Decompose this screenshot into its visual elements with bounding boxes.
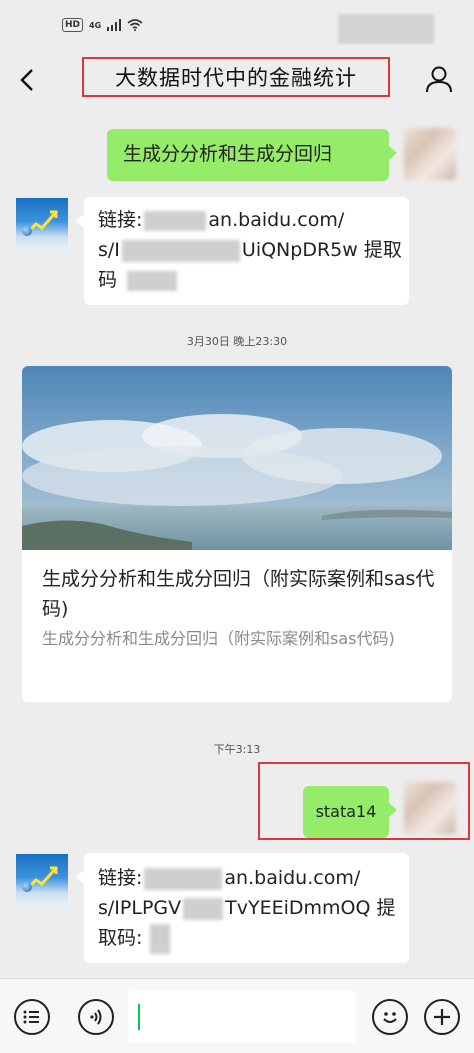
my-avatar[interactable] [404, 782, 456, 834]
menu-button[interactable] [14, 999, 50, 1035]
voice-icon [90, 1009, 102, 1025]
link-prefix: 链接: [98, 209, 143, 231]
message-input[interactable] [128, 991, 356, 1043]
contact-avatar[interactable] [16, 854, 68, 906]
bubble-tail [76, 214, 84, 228]
timestamp: 3月30日 晚上23:30 [186, 335, 288, 348]
wifi-icon [127, 19, 143, 31]
voice-button[interactable] [78, 999, 114, 1035]
link-url-part: TvYEEiDmmOQ 提 [225, 897, 396, 919]
list-icon [23, 1010, 39, 1024]
received-link-message[interactable]: 链接: an.baidu.com/ s/IPLPGV TvYEEiDmmOQ 提 取… [84, 853, 409, 963]
chat-title: 大数据时代中的金融统计 [115, 66, 357, 90]
article-thumbnail [22, 366, 452, 550]
link-code-label: 取码: [98, 927, 143, 949]
person-icon[interactable] [424, 64, 454, 94]
emoji-icon [383, 1012, 397, 1023]
contact-avatar[interactable] [16, 198, 68, 250]
link-line-1: 链接: an.baidu.com/ [98, 205, 395, 235]
article-description: 生成分分析和生成分回归（附实际案例和sas代码) [42, 629, 395, 648]
link-url-part: an.baidu.com/ [208, 209, 345, 231]
timestamp: 下午3:13 [213, 743, 261, 756]
link-line-1: 链接: an.baidu.com/ [98, 863, 395, 893]
bubble-tail [76, 870, 84, 884]
redacted-text [150, 923, 171, 954]
link-prefix: 链接: [98, 867, 143, 889]
redacted-text [144, 867, 223, 890]
chevron-left-icon[interactable] [14, 64, 42, 96]
sent-message[interactable]: stata14 [303, 786, 389, 838]
article-card[interactable]: 生成分分析和生成分回归（附实际案例和sas代码) 生成分分析和生成分回归（附实际… [22, 366, 452, 702]
globe-icon [22, 226, 32, 236]
message-text: 生成分分析和生成分回归 [123, 143, 333, 165]
redacted-text [127, 270, 178, 291]
hd-badge: HD [62, 18, 84, 32]
redacted-text [144, 210, 207, 231]
my-avatar[interactable] [404, 128, 456, 180]
redacted-text [121, 239, 240, 262]
signal-icon [107, 19, 122, 31]
link-line-3: 码 [98, 265, 395, 295]
status-right-blurred [338, 14, 434, 44]
globe-icon [22, 882, 32, 892]
received-link-message[interactable]: 链接: an.baidu.com/ s/I UiQNpDR5w 提取 码 [84, 197, 409, 305]
link-url-part: an.baidu.com/ [224, 867, 361, 889]
link-line-2: s/IPLPGV TvYEEiDmmOQ 提 [98, 893, 395, 923]
article-title: 生成分分析和生成分回归（附实际案例和sas代码) [42, 568, 435, 620]
sent-message[interactable]: 生成分分析和生成分回归 [107, 129, 389, 181]
link-line-2: s/I UiQNpDR5w 提取 [98, 235, 402, 265]
plus-icon [434, 1009, 450, 1025]
title-highlight: 大数据时代中的金融统计 [82, 57, 390, 97]
plus-button[interactable] [424, 999, 460, 1035]
link-url-part: s/IPLPGV [98, 897, 182, 919]
emoji-button[interactable] [372, 999, 408, 1035]
chat-header: 大数据时代中的金融统计 [0, 52, 474, 108]
link-url-part: UiQNpDR5w 提取 [241, 239, 402, 261]
network-type: 4G [89, 20, 102, 30]
bubble-tail [389, 803, 397, 817]
status-bar: HD 4G [0, 0, 474, 52]
link-code-label: 码 [98, 269, 118, 291]
link-url-part: s/I [98, 239, 120, 261]
text-caret [138, 1004, 140, 1030]
bubble-tail [389, 146, 397, 160]
input-bar [0, 978, 474, 1053]
message-text: stata14 [315, 802, 377, 821]
status-icons: HD 4G [62, 18, 143, 32]
link-line-3: 取码: [98, 923, 395, 954]
redacted-text [183, 897, 224, 920]
